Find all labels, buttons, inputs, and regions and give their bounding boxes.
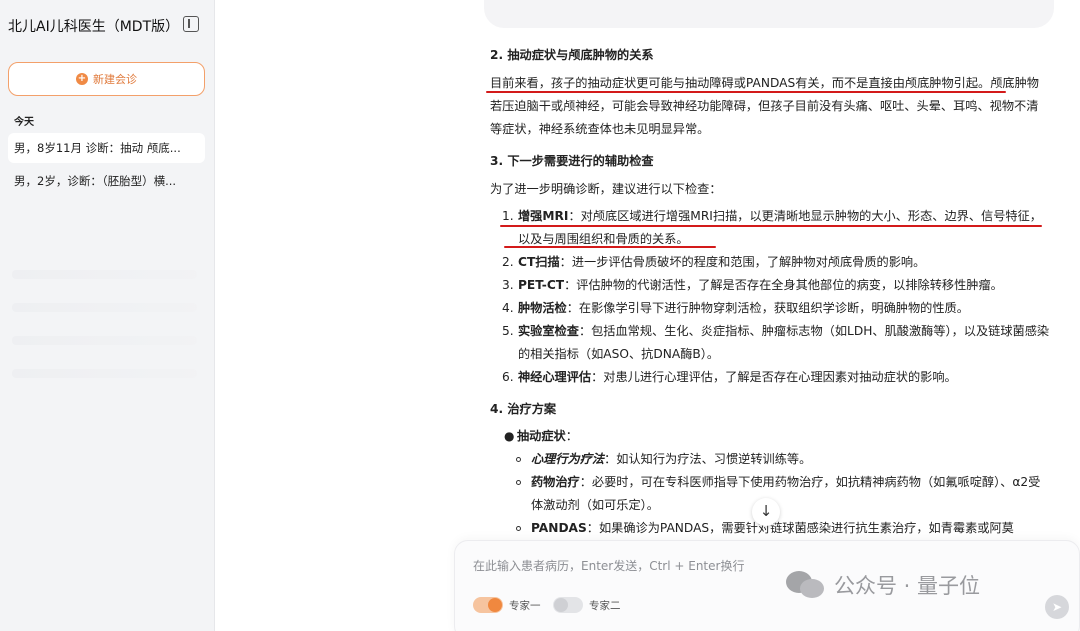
new-consultation-label: 新建会诊	[93, 73, 137, 86]
sub-item-title: 药物治疗	[531, 475, 580, 489]
chat-input-placeholder: 在此输入患者病历，Enter发送，Ctrl + Enter换行	[473, 559, 745, 573]
list-item: 5. 实验室检查：包括血常规、生化、炎症指标、肿瘤标志物（如LDH、肌酸激酶等），…	[490, 320, 1050, 366]
plus-circle-icon: +	[76, 73, 88, 85]
item-title: 增强MRI	[518, 209, 569, 223]
list-number: 2.	[502, 255, 514, 269]
sub-item-text: ：如果确诊为PANDAS，需要针对链球菌感染进行抗生素治疗，如青霉素或阿莫	[586, 521, 1014, 535]
list-item: 6. 神经心理评估：对患儿进行心理评估，了解是否存在心理因素对抽动症状的影响。	[490, 366, 1050, 389]
bullet-icon: ●	[504, 429, 515, 443]
list-item: 3. PET-CT：评估肿物的代谢活性，了解是否存在全身其他部位的病变，以排除转移…	[490, 274, 1050, 297]
sidebar-toggle-icon[interactable]	[183, 16, 199, 32]
expert-label: 专家一	[509, 599, 541, 612]
chat-main: 2. 抽动症状与颅底肿物的关系 目前来看，孩子的抽动症状更可能与抽动障碍或PAN…	[216, 0, 1080, 631]
item-title: 肿物活检	[518, 301, 567, 315]
sub-item-text: ：必要时，可在专科医师指导下使用药物治疗，如抗精神病药物（如氟哌啶醇）、α2受体…	[531, 475, 1041, 512]
circle-bullet-icon	[516, 480, 521, 485]
list-item: 1. 增强MRI：对颅底区域进行增强MRI扫描，以更清晰地显示肿物的大小、形态、边…	[490, 205, 1050, 251]
watermark: 公众号 · 量子位	[786, 570, 980, 600]
history-item[interactable]: 男，2岁，诊断：（胚胎型）横...	[8, 166, 205, 196]
list-number: 3.	[502, 278, 514, 292]
list-number: 5.	[502, 324, 514, 338]
highlighted-text: 目前来看，孩子的抽动症状更可能与抽动障碍或PANDAS有关，而不是直接由颅底肿物…	[490, 76, 991, 90]
assistant-message: 2. 抽动症状与颅底肿物的关系 目前来看，孩子的抽动症状更可能与抽动障碍或PAN…	[490, 44, 1050, 540]
user-message-bubble	[484, 0, 1054, 28]
new-consultation-button[interactable]: + 新建会诊	[8, 62, 205, 96]
list-number: 6.	[502, 370, 514, 384]
section-heading: 3. 下一步需要进行的辅助检查	[490, 154, 654, 168]
annotation-underline	[486, 91, 1006, 93]
send-icon[interactable]: ➤	[1045, 595, 1069, 619]
expert-toggle-1[interactable]: 专家一	[473, 597, 541, 613]
section-heading: 4. 治疗方案	[490, 402, 557, 416]
bullet-title: 抽动症状	[517, 429, 566, 443]
item-title: 神经心理评估	[518, 370, 592, 384]
expert-label: 专家二	[589, 599, 621, 612]
wechat-icon	[786, 571, 826, 599]
toggle-switch[interactable]	[553, 597, 583, 613]
expert-toggle-2[interactable]: 专家二	[553, 597, 621, 613]
annotation-underline	[500, 225, 1042, 227]
list-item: 4. 肿物活检：在影像学引导下进行肿物穿刺活检，获取组织学诊断，明确肿物的性质。	[490, 297, 1050, 320]
item-text: ：评估肿物的代谢活性，了解是否存在全身其他部位的病变，以排除转移性肿瘤。	[564, 278, 1003, 292]
history-section-today: 今天	[14, 117, 34, 128]
item-text: ：对患儿进行心理评估，了解是否存在心理因素对抽动症状的影响。	[591, 370, 957, 384]
item-text: ：在影像学引导下进行肿物穿刺活检，获取组织学诊断，明确肿物的性质。	[566, 301, 969, 315]
app-title: 北儿AI儿科医生（MDT版）	[8, 19, 180, 35]
circle-bullet-icon	[516, 526, 521, 531]
arrow-down-icon[interactable]: ↓	[752, 498, 780, 526]
toggle-switch[interactable]	[473, 597, 503, 613]
item-text: ：进一步评估骨质破坏的程度和范围，了解肿物对颅底骨质的影响。	[559, 255, 926, 269]
item-text: ：包括血常规、生化、炎症指标、肿瘤标志物（如LDH、肌酸激酶等），以及链球菌感染…	[518, 324, 1050, 361]
blurred-history	[12, 270, 197, 402]
paragraph: 为了进一步明确诊断，建议进行以下检查：	[490, 182, 722, 196]
sub-item-text: ：如认知行为疗法、习惯逆转训练等。	[604, 452, 812, 466]
list-number: 4.	[502, 301, 514, 315]
item-title: PET-CT	[518, 278, 565, 292]
item-title: 实验室检查	[518, 324, 579, 338]
bullet-item: ● 抽动症状：	[490, 425, 1050, 448]
sub-item-title: PANDAS	[531, 521, 587, 535]
section-heading: 2. 抽动症状与颅底肿物的关系	[490, 48, 654, 62]
paragraph: 目前来看，孩子的抽动症状更可能与抽动障碍或PANDAS有关，而不是直接由颅底肿物…	[490, 72, 1050, 141]
chat-input-box[interactable]: 在此输入患者病历，Enter发送，Ctrl + Enter换行 专家一 专家二 …	[454, 540, 1080, 631]
sub-list-item: 心理行为疗法：如认知行为疗法、习惯逆转训练等。	[490, 448, 1050, 471]
sub-item-title: 心理行为疗法	[531, 452, 605, 466]
watermark-text: 公众号 · 量子位	[834, 574, 981, 598]
exam-list: 1. 增强MRI：对颅底区域进行增强MRI扫描，以更清晰地显示肿物的大小、形态、边…	[490, 205, 1050, 389]
sidebar: 北儿AI儿科医生（MDT版） + 新建会诊 今天 男，8岁11月 诊断：抽动 颅…	[0, 0, 215, 631]
bullet-colon: ：	[565, 429, 578, 443]
history-item[interactable]: 男，8岁11月 诊断：抽动 颅底...	[8, 133, 205, 163]
item-text: ：对颅底区域进行增强MRI扫描，以更清晰地显示肿物的大小、形态、边界、信号特征，…	[518, 209, 1042, 246]
list-item: 2. CT扫描：进一步评估骨质破坏的程度和范围，了解肿物对颅底骨质的影响。	[490, 251, 1050, 274]
annotation-underline	[504, 246, 716, 248]
item-title: CT扫描	[518, 255, 560, 269]
circle-bullet-icon	[516, 457, 521, 462]
